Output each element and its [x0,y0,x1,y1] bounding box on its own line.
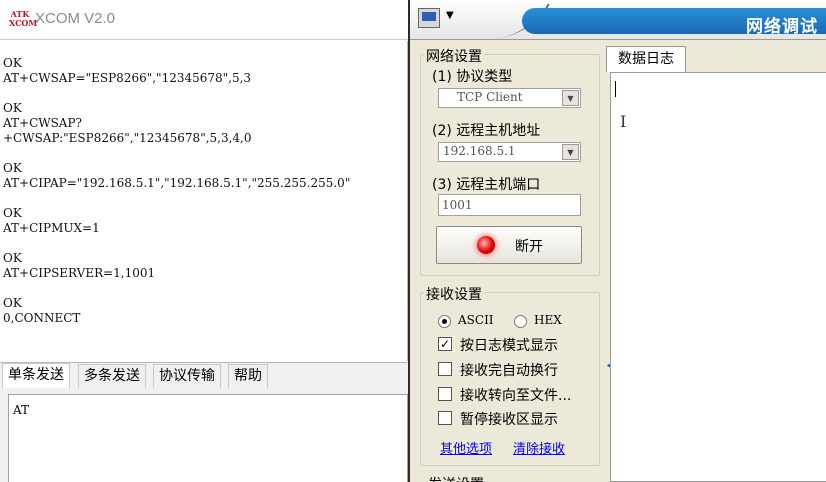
remote-port-value: 1001 [442,198,473,212]
remote-port-label: (3) 远程主机端口 [432,177,541,193]
send-input-text: AT [13,403,30,417]
more-options-link[interactable]: 其他选项 [440,438,492,457]
net-titlebar[interactable]: ▼ 网络调试 [410,0,826,40]
auto-newline-checkbox[interactable] [438,362,452,376]
chevron-down-icon[interactable]: ▼ [562,144,579,160]
tab-multi-send[interactable]: 多条发送 [78,364,146,388]
pause-display-checkbox[interactable] [438,411,452,425]
ascii-label: ASCII [458,313,494,327]
disconnect-button[interactable]: 断开 [436,226,582,264]
system-menu-icon[interactable] [418,8,440,28]
remote-port-input[interactable]: 1001 [438,194,581,216]
chevron-down-icon[interactable]: ▼ [562,90,579,106]
remote-host-value: 192.168.5.1 [443,144,516,158]
pause-display-label: 暂停接收区显示 [460,412,558,428]
hex-label: HEX [534,313,562,327]
xcom-titlebar[interactable]: ATK XCOM XCOM V2.0 [0,0,410,40]
receive-area[interactable]: OK AT+CWSAP="ESP8266","12345678",5,3 OK … [0,41,408,361]
send-panel: AT [0,388,410,482]
receive-text: OK AT+CWSAP="ESP8266","12345678",5,3 OK … [3,56,351,325]
disconnect-label: 断开 [515,239,543,255]
red-led-icon [477,236,495,254]
send-settings-legend: 发送设置 [428,474,484,482]
protocol-type-value: TCP Client [457,90,523,104]
redirect-to-file-label: 接收转向至文件... [460,388,572,404]
remote-host-select[interactable]: 192.168.5.1 ▼ [438,142,581,162]
auto-newline-label: 接收完自动换行 [460,363,558,379]
system-menu-arrow-icon[interactable]: ▼ [446,10,454,21]
send-tabs: 单条发送 多条发送 协议传输 帮助 [0,362,410,389]
net-window-title: 网络调试 [746,17,818,37]
log-mode-checkbox[interactable]: ✓ [438,337,452,351]
tab-protocol-transfer[interactable]: 协议传输 [153,364,221,388]
protocol-type-label: (1) 协议类型 [432,69,513,85]
send-input[interactable]: AT [8,394,408,482]
redirect-to-file-checkbox[interactable] [438,387,452,401]
tab-data-log[interactable]: 数据日志 [606,46,686,72]
protocol-type-select[interactable]: TCP Client ▼ [438,88,581,108]
tab-single-send[interactable]: 单条发送 [2,363,70,389]
receive-settings-legend: 接收设置 [424,284,484,304]
ascii-radio[interactable] [438,315,451,328]
xcom-window: ATK XCOM XCOM V2.0 OK AT+CWSAP="ESP8266"… [0,0,410,482]
xcom-logo-icon: ATK XCOM [9,9,38,28]
remote-host-label: (2) 远程主机地址 [432,123,541,139]
clear-receive-link[interactable]: 清除接收 [513,438,565,457]
log-mode-label: 按日志模式显示 [460,338,558,354]
data-log-area[interactable] [610,72,826,482]
xcom-window-title: XCOM V2.0 [35,10,116,27]
hex-radio[interactable] [514,315,527,328]
tab-help[interactable]: 帮助 [228,364,268,388]
network-settings-legend: 网络设置 [424,46,484,66]
text-caret [615,81,616,97]
ibeam-cursor-icon: I [620,112,627,131]
net-debug-window: ▼ 网络调试 网络设置 (1) 协议类型 TCP Client ▼ (2) 远程… [408,0,826,482]
